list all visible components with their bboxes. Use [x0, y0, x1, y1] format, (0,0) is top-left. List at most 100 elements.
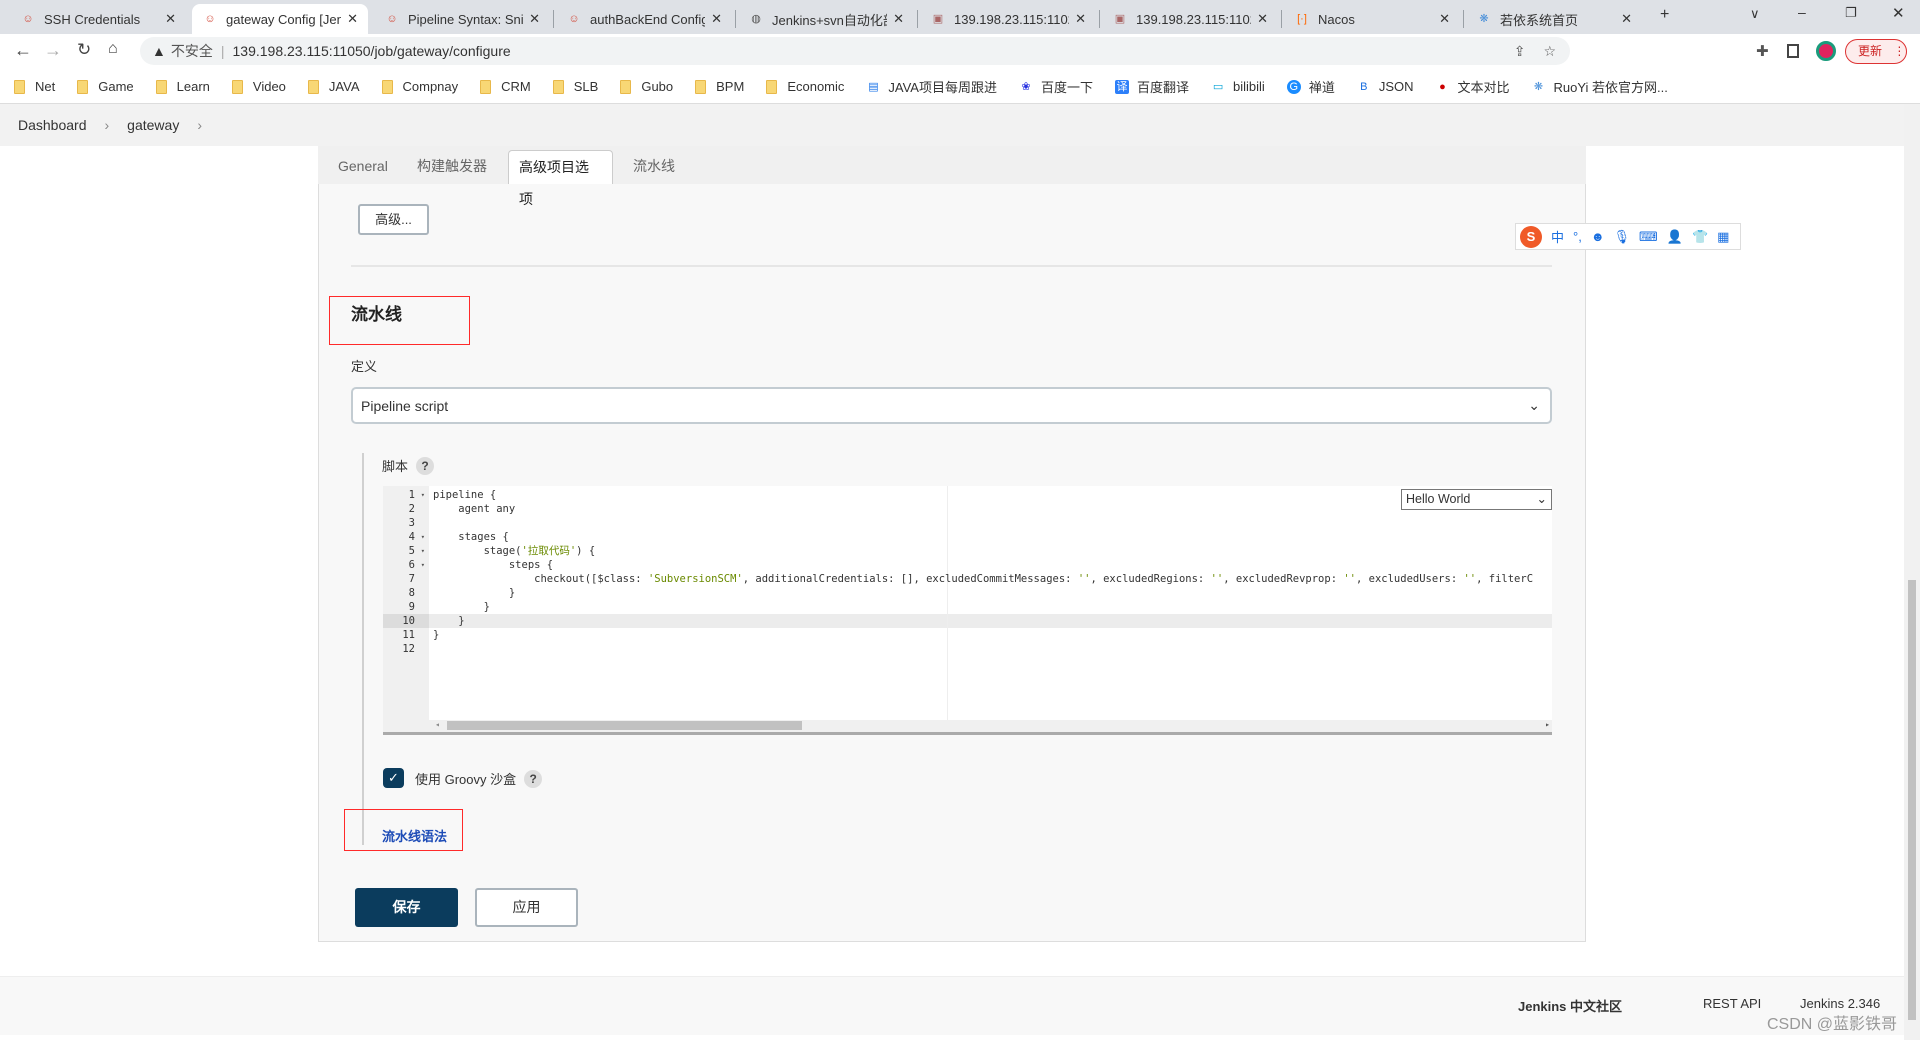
- definition-select[interactable]: Pipeline script ⌄: [351, 387, 1552, 424]
- ime-mode[interactable]: 中: [1551, 227, 1564, 246]
- user-icon[interactable]: 👤: [1667, 229, 1683, 245]
- browser-tab[interactable]: ▣ 139.198.23.115:11020 ✕: [1102, 4, 1278, 34]
- fold-toggle-icon[interactable]: ▾: [421, 558, 425, 572]
- tab-advanced-project-options[interactable]: 高级项目选项: [508, 150, 613, 207]
- close-tab-icon[interactable]: ✕: [711, 11, 722, 27]
- ruoyi-icon: ❋: [1533, 80, 1544, 93]
- bookmark-item[interactable]: Video: [231, 79, 286, 94]
- bookmark-item[interactable]: Economic: [766, 79, 844, 94]
- browser-tab[interactable]: ☺ Pipeline Syntax: Snippet ✕: [374, 4, 550, 34]
- bookmark-item[interactable]: 译百度翻译: [1115, 77, 1189, 96]
- bookmark-item[interactable]: B JSON: [1357, 79, 1413, 94]
- breadcrumb-gateway[interactable]: gateway: [127, 117, 179, 133]
- bookmark-item[interactable]: CRM: [480, 79, 531, 94]
- close-tab-icon[interactable]: ✕: [529, 11, 540, 27]
- bookmark-item[interactable]: Game: [77, 79, 134, 94]
- profile-avatar[interactable]: [1816, 41, 1836, 61]
- breadcrumb-dashboard[interactable]: Dashboard: [18, 117, 87, 133]
- bookmark-item[interactable]: Net: [14, 79, 55, 94]
- bookmark-item[interactable]: ❀ 百度一下: [1019, 77, 1093, 96]
- bookmark-item[interactable]: BPM: [695, 79, 744, 94]
- fold-toggle-icon[interactable]: ▾: [421, 488, 425, 502]
- tab-general[interactable]: General: [328, 150, 398, 184]
- pipeline-syntax-link[interactable]: 流水线语法: [382, 826, 447, 845]
- code-editor[interactable]: 1 ▾ 2 3 4 ▾ 5 ▾ 6 ▾ 7 8 9 10 11 12 ◂ ▸ pipeline { agent…: [383, 486, 1552, 735]
- bookmark-item[interactable]: JAVA: [307, 79, 360, 94]
- groovy-sandbox-label[interactable]: 使用 Groovy 沙盒: [415, 769, 516, 788]
- browser-tab[interactable]: ☺ gateway Config [Jenkins] ✕: [192, 4, 368, 34]
- home-icon[interactable]: ⌂: [108, 40, 118, 58]
- close-tab-icon[interactable]: ✕: [1257, 11, 1268, 27]
- browser-tab[interactable]: ☺ authBackEnd Config ✕: [556, 4, 732, 34]
- forward-icon[interactable]: →: [44, 40, 62, 61]
- bookmark-item[interactable]: G 禅道: [1286, 77, 1335, 96]
- new-tab-button[interactable]: +: [1660, 6, 1669, 24]
- fold-toggle-icon[interactable]: ▾: [421, 530, 425, 544]
- fold-toggle-icon[interactable]: ▾: [421, 544, 425, 558]
- folder-icon: [14, 79, 25, 94]
- keyboard-icon[interactable]: ⌨: [1639, 229, 1658, 245]
- line-number: 7: [408, 573, 415, 585]
- microphone-icon[interactable]: 🎙: [1614, 229, 1631, 245]
- browser-tab[interactable]: ◍ Jenkins+svn自动化部署 ✕: [738, 4, 914, 34]
- bookmark-item[interactable]: SLB: [552, 79, 598, 94]
- tab-search-icon[interactable]: ∨: [1750, 6, 1760, 22]
- address-bar[interactable]: ▲ 不安全 | 139.198.23.115:11050/job/gateway…: [140, 37, 1570, 65]
- minimize-button[interactable]: –: [1798, 4, 1806, 20]
- bookmark-item[interactable]: Learn: [155, 79, 210, 94]
- bookmark-item[interactable]: Compnay: [381, 79, 458, 94]
- bookmark-item[interactable]: ❋ RuoYi 若依官方网...: [1532, 77, 1668, 96]
- page-scrollbar[interactable]: [1904, 104, 1920, 1040]
- share-icon[interactable]: ⇪: [1514, 43, 1526, 60]
- scroll-left-icon[interactable]: ◂: [435, 720, 440, 729]
- apps-icon[interactable]: ▦: [1717, 229, 1729, 245]
- back-icon[interactable]: ←: [14, 40, 32, 61]
- update-button[interactable]: 更新 ⋮: [1845, 39, 1907, 64]
- punctuation-icon[interactable]: °,: [1573, 229, 1582, 244]
- browser-tab[interactable]: ☺ SSH Credentials ✕: [10, 4, 186, 34]
- scrollbar-thumb[interactable]: [447, 721, 802, 730]
- bookmark-item[interactable]: ● 文本对比: [1436, 77, 1509, 96]
- help-icon[interactable]: ?: [524, 769, 543, 788]
- scroll-right-icon[interactable]: ▸: [1545, 720, 1550, 729]
- page-scrollbar-thumb[interactable]: [1908, 580, 1916, 1020]
- groovy-sandbox-checkbox[interactable]: ✓: [383, 768, 404, 788]
- chevron-right-icon[interactable]: ›: [197, 117, 202, 133]
- version-link[interactable]: Jenkins 2.346: [1800, 996, 1880, 1011]
- url-text[interactable]: 139.198.23.115:11050/job/gateway/configu…: [233, 43, 511, 59]
- skin-icon[interactable]: 👕: [1692, 229, 1708, 245]
- groovy-sandbox-row: 使用 Groovy 沙盒 ?: [415, 769, 543, 788]
- side-panel-icon[interactable]: [1787, 44, 1799, 58]
- advanced-button[interactable]: 高级...: [358, 204, 429, 235]
- close-tab-icon[interactable]: ✕: [165, 11, 176, 27]
- code-line: checkout([$class: 'SubversionSCM', addit…: [433, 573, 1534, 585]
- save-button[interactable]: 保存: [355, 888, 458, 927]
- help-icon[interactable]: ?: [416, 456, 435, 475]
- bookmark-item[interactable]: ▭ bilibili: [1211, 79, 1265, 94]
- close-tab-icon[interactable]: ✕: [1621, 11, 1632, 27]
- bookmark-star-icon[interactable]: ☆: [1543, 43, 1556, 60]
- bookmark-item[interactable]: Gubo: [620, 79, 673, 94]
- browser-tab[interactable]: [·] Nacos ✕: [1284, 4, 1460, 34]
- emoji-icon[interactable]: ☻: [1591, 229, 1605, 244]
- apply-button[interactable]: 应用: [475, 888, 578, 927]
- close-tab-icon[interactable]: ✕: [1439, 11, 1450, 27]
- restore-button[interactable]: ❐: [1845, 5, 1857, 21]
- sample-script-select[interactable]: Hello World ⌄: [1401, 489, 1552, 510]
- horizontal-scrollbar[interactable]: ◂ ▸: [383, 720, 1552, 732]
- browser-tab[interactable]: ▣ 139.198.23.115:11020 ✕: [920, 4, 1096, 34]
- extensions-icon[interactable]: ✚: [1756, 42, 1769, 60]
- close-tab-icon[interactable]: ✕: [893, 11, 904, 27]
- section-divider: [351, 265, 1552, 267]
- jenkins-icon: ☺: [204, 13, 216, 25]
- tab-pipeline[interactable]: 流水线: [623, 150, 685, 184]
- community-link[interactable]: Jenkins 中文社区: [1518, 996, 1622, 1015]
- close-tab-icon[interactable]: ✕: [1075, 11, 1086, 27]
- reload-icon[interactable]: ↻: [77, 40, 91, 60]
- rest-api-link[interactable]: REST API: [1703, 996, 1761, 1011]
- close-tab-icon[interactable]: ✕: [347, 11, 358, 27]
- browser-tab[interactable]: ❋ 若依系统首页 ✕: [1466, 4, 1642, 34]
- bookmark-item[interactable]: ▤ JAVA项目每周跟进: [866, 77, 997, 96]
- close-window-button[interactable]: ✕: [1892, 4, 1905, 22]
- tab-build-triggers[interactable]: 构建触发器: [407, 150, 497, 184]
